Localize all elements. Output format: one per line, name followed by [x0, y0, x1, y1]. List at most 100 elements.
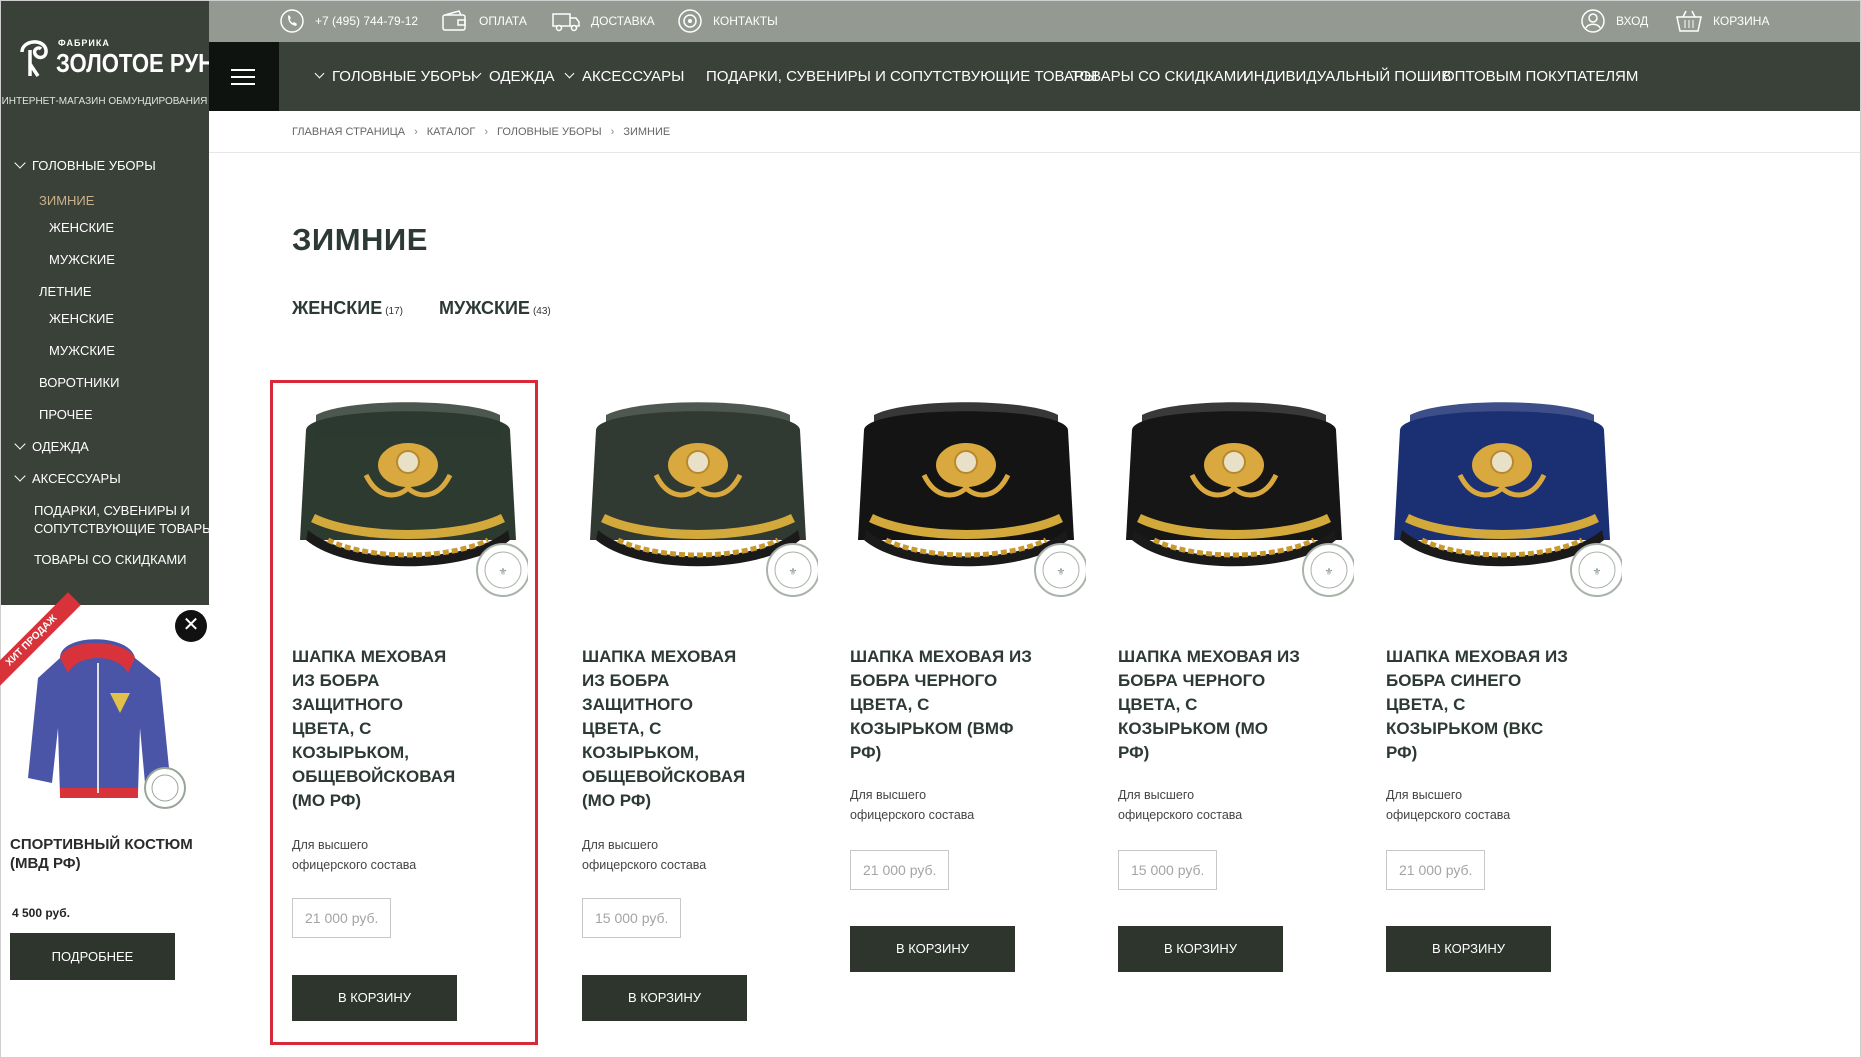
subcat-men[interactable]: МУЖСКИЕ (43) — [439, 298, 551, 319]
subcat-label: ЖЕНСКИЕ — [292, 298, 383, 318]
phone-icon — [280, 9, 304, 33]
svg-text:⚜: ⚜ — [1593, 567, 1602, 578]
user-icon — [1581, 9, 1605, 33]
product-image[interactable]: ⚜ — [288, 390, 528, 605]
breadcrumb: ГЛАВНАЯ СТРАНИЦА › КАТАЛОГ › ГОЛОВНЫЕ УБ… — [292, 122, 670, 142]
close-icon[interactable]: ✕ — [175, 610, 207, 642]
sidebar-item-label: ГОЛОВНЫЕ УБОРЫ — [32, 158, 156, 173]
product-price: 21 000 руб. — [292, 898, 392, 938]
phone-number: +7 (495) 744-79-12 — [315, 14, 419, 28]
breadcrumb-catalog[interactable]: КАТАЛОГ — [427, 126, 476, 138]
logo-title: ЗОЛОТОЕ РУНО — [56, 48, 232, 78]
add-to-cart-button[interactable]: В КОРЗИНУ — [582, 975, 747, 1021]
site-logo[interactable]: ФАБРИКА ЗОЛОТОЕ РУНО ИНТЕРНЕТ-МАГАЗИН ОБ… — [0, 0, 232, 118]
breadcrumb-headwear[interactable]: ГОЛОВНЫЕ УБОРЫ — [497, 126, 602, 138]
delivery-link[interactable]: ДОСТАВКА — [551, 0, 655, 42]
sidebar-item-clothing[interactable]: ОДЕЖДА — [14, 438, 89, 454]
sidebar-item-summer[interactable]: ЛЕТНИЕ — [39, 284, 92, 299]
chevron-down-icon — [564, 68, 575, 79]
cart-link[interactable]: КОРЗИНА — [1675, 0, 1769, 42]
sidebar-item-label: АКСЕССУАРЫ — [32, 471, 121, 486]
chevron-down-icon — [314, 68, 325, 79]
sidebar-item-other[interactable]: ПРОЧЕЕ — [39, 407, 93, 422]
svg-text:⚜: ⚜ — [1325, 567, 1334, 578]
product-image[interactable]: ⚜ — [578, 390, 818, 605]
sidebar-item-summer-men[interactable]: МУЖСКИЕ — [49, 343, 115, 358]
product-description: Для высшего офицерского состава — [582, 838, 707, 872]
sidebar-item-discounts[interactable]: ТОВАРЫ СО СКИДКАМИ — [34, 552, 187, 567]
sidebar-item-label: СОПУТСТВУЮЩИЕ ТОВАРЫ — [34, 521, 214, 536]
breadcrumb-current: ЗИМНИЕ — [623, 126, 671, 138]
sidebar-item-winter-women[interactable]: ЖЕНСКИЕ — [49, 220, 114, 235]
subcat-women[interactable]: ЖЕНСКИЕ (17) — [292, 298, 403, 319]
add-to-cart-button[interactable]: В КОРЗИНУ — [850, 926, 1015, 972]
product-image[interactable]: ⚜ — [1114, 390, 1354, 605]
product-price: 21 000 руб. — [850, 850, 950, 890]
add-to-cart-button[interactable]: В КОРЗИНУ — [292, 975, 457, 1021]
sidebar-item-accessories[interactable]: АКСЕССУАРЫ — [14, 470, 121, 486]
product-description: Для высшего офицерского состава — [1118, 788, 1243, 822]
product-price: 15 000 руб. — [1118, 850, 1218, 890]
breadcrumb-home[interactable]: ГЛАВНАЯ СТРАНИЦА — [292, 126, 405, 138]
subcat-count: (43) — [532, 306, 551, 317]
truck-icon — [552, 13, 580, 32]
promo-title[interactable]: СПОРТИВНЫЙ КОСТЮМ (МВД РФ) — [10, 835, 200, 873]
promo-product-image[interactable] — [20, 618, 190, 813]
product-price: 21 000 руб. — [1386, 850, 1486, 890]
sidebar-item-label: ОДЕЖДА — [32, 439, 89, 454]
nav-item-headwear[interactable]: ГОЛОВНЫЕ УБОРЫ — [314, 42, 475, 111]
product-title[interactable]: ШАПКА МЕХОВАЯ ИЗ БОБРА ЗАЩИТНОГО ЦВЕТА, … — [292, 645, 464, 813]
add-to-cart-button[interactable]: В КОРЗИНУ — [1386, 926, 1551, 972]
nav-item-discounts[interactable]: ТОВАРЫ СО СКИДКАМИ — [1071, 42, 1247, 111]
nav-item-clothing[interactable]: ОДЕЖДА — [471, 42, 555, 111]
logo-tagline: ИНТЕРНЕТ-МАГАЗИН ОБМУНДИРОВАНИЯ — [1, 96, 208, 107]
nav-item-wholesale[interactable]: ОПТОВЫМ ПОКУПАТЕЛЯМ — [1443, 42, 1638, 111]
product-image[interactable]: ⚜ — [846, 390, 1086, 605]
product-title[interactable]: ШАПКА МЕХОВАЯ ИЗ БОБРА СИНЕГО ЦВЕТА, С К… — [1386, 645, 1568, 765]
sidebar: ФАБРИКА ЗОЛОТОЕ РУНО ИНТЕРНЕТ-МАГАЗИН ОБ… — [0, 0, 232, 605]
product-title[interactable]: ШАПКА МЕХОВАЯ ИЗ БОБРА ЧЕРНОГО ЦВЕТА, С … — [1118, 645, 1300, 765]
product-image[interactable]: ⚜ — [1382, 390, 1622, 605]
contacts-label: КОНТАКТЫ — [713, 14, 778, 28]
nav-item-accessories[interactable]: АКСЕССУАРЫ — [564, 42, 685, 111]
subcat-count: (17) — [385, 306, 403, 317]
contacts-link[interactable]: КОНТАКТЫ — [677, 0, 778, 42]
nav-item-label: ОДЕЖДА — [489, 68, 555, 85]
sidebar-item-gifts[interactable]: ПОДАРКИ, СУВЕНИРЫ И СОПУТСТВУЮЩИЕ ТОВАРЫ — [34, 503, 214, 536]
nav-item-label: ГОЛОВНЫЕ УБОРЫ — [332, 68, 475, 85]
sidebar-item-summer-women[interactable]: ЖЕНСКИЕ — [49, 311, 114, 326]
subcat-label: МУЖСКИЕ — [439, 298, 530, 318]
nav-item-gifts[interactable]: ПОДАРКИ, СУВЕНИРЫ И СОПУТСТВУЮЩИЕ ТОВАРЫ — [706, 42, 1097, 111]
product-price: 15 000 руб. — [582, 898, 682, 938]
product-title[interactable]: ШАПКА МЕХОВАЯ ИЗ БОБРА ЧЕРНОГО ЦВЕТА, С … — [850, 645, 1032, 765]
product-title[interactable]: ШАПКА МЕХОВАЯ ИЗ БОБРА ЗАЩИТНОГО ЦВЕТА, … — [582, 645, 754, 813]
ram-logo-icon — [20, 40, 48, 77]
target-icon — [678, 9, 702, 33]
sidebar-item-winter[interactable]: ЗИМНИЕ — [39, 193, 94, 208]
chevron-right-icon: › — [610, 126, 615, 138]
phone-link[interactable]: +7 (495) 744-79-12 — [279, 0, 418, 42]
nav-item-custom-tailoring[interactable]: ИНДИВИДУАЛЬНЫЙ ПОШИВ — [1243, 42, 1451, 111]
logo-small-text: ФАБРИКА — [58, 38, 110, 48]
chevron-right-icon: › — [484, 126, 488, 138]
sidebar-item-label: ПОДАРКИ, СУВЕНИРЫ И — [34, 503, 190, 518]
product-description: Для высшего офицерского состава — [850, 788, 975, 822]
nav-item-label: АКСЕССУАРЫ — [582, 68, 685, 85]
login-link[interactable]: ВХОД — [1580, 0, 1648, 42]
svg-text:⚜: ⚜ — [789, 567, 798, 578]
sidebar-item-winter-men[interactable]: МУЖСКИЕ — [49, 252, 115, 267]
svg-text:⚜: ⚜ — [1057, 567, 1066, 578]
page-title: ЗИМНИЕ — [292, 222, 428, 257]
product-description: Для высшего офицерского состава — [292, 838, 417, 872]
basket-icon — [1676, 10, 1702, 32]
sidebar-item-collars[interactable]: ВОРОТНИКИ — [39, 375, 119, 390]
cart-label: КОРЗИНА — [1713, 14, 1770, 28]
chevron-down-icon — [471, 68, 482, 79]
payment-link[interactable]: ОПЛАТА — [441, 0, 527, 42]
svg-text:⚜: ⚜ — [499, 567, 508, 578]
promo-details-button[interactable]: ПОДРОБНЕЕ — [10, 933, 175, 980]
add-to-cart-button[interactable]: В КОРЗИНУ — [1118, 926, 1283, 972]
menu-icon[interactable] — [209, 42, 279, 111]
sidebar-item-headwear[interactable]: ГОЛОВНЫЕ УБОРЫ — [14, 157, 156, 173]
chevron-down-icon — [14, 157, 26, 169]
